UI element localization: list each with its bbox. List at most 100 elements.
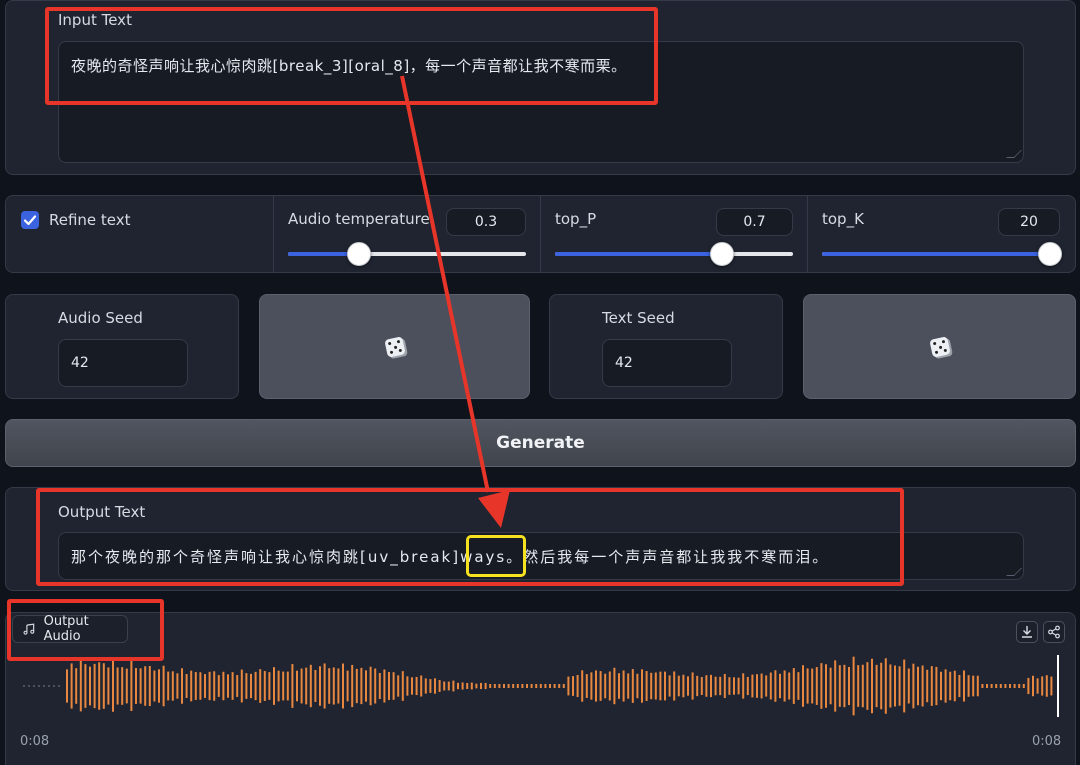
waveform-bar (677, 675, 680, 697)
audio-seed-input[interactable]: 42 (58, 339, 188, 387)
top-p-input[interactable]: 0.7 (716, 208, 793, 236)
waveform-bar (507, 684, 510, 688)
waveform-bar (944, 669, 947, 703)
waveform-bar (162, 665, 165, 707)
waveform-bar (98, 662, 101, 710)
waveform-bar (567, 676, 570, 696)
waveform-bar (825, 664, 827, 708)
waveform-bar (319, 666, 321, 706)
settings-panel: Refine text Audio temperature 0.3 top_P … (5, 195, 1076, 273)
top-p-label: top_P (555, 210, 597, 228)
generate-button[interactable]: Generate (5, 419, 1076, 467)
waveform-bar (217, 675, 220, 697)
waveform-bar (921, 665, 924, 707)
waveform-bar (760, 673, 763, 699)
waveform-bar (374, 668, 377, 704)
waveform-bar (742, 673, 745, 699)
waveform-bar (240, 669, 243, 703)
waveform-bar (581, 670, 584, 702)
top-p-slider[interactable] (555, 242, 793, 266)
waveform-bar (434, 678, 436, 694)
waveform-bar (553, 684, 556, 688)
waveform-bar (769, 672, 772, 700)
waveform-bar (650, 672, 653, 700)
waveform-bar (1013, 684, 1016, 688)
waveform-bar (259, 669, 262, 703)
waveform-bar (976, 675, 979, 697)
top-k-slider[interactable] (822, 242, 1062, 266)
download-button[interactable] (1016, 621, 1038, 643)
waveform-bar (401, 671, 404, 701)
slider-thumb[interactable] (709, 242, 734, 266)
audio-temperature-slider[interactable] (288, 242, 526, 266)
random-text-seed-button[interactable] (803, 294, 1076, 399)
text-seed-panel: Text Seed 42 (549, 294, 783, 399)
waveform-bar (728, 677, 731, 695)
waveform-bar (213, 671, 216, 701)
waveform-bar (245, 673, 248, 699)
waveform-bar (995, 684, 998, 688)
waveform-bar (167, 671, 170, 701)
waveform-bar (360, 667, 363, 705)
waveform-bar (820, 663, 823, 709)
playhead[interactable] (1057, 655, 1059, 717)
text-seed-input[interactable]: 42 (602, 339, 732, 387)
waveform-bar (866, 662, 869, 710)
waveform-bar (585, 674, 588, 698)
waveform-bar (990, 684, 993, 688)
waveform-bar (355, 668, 358, 704)
waveform-bar (268, 672, 271, 700)
random-audio-seed-button[interactable] (259, 294, 530, 399)
audio-temperature-input[interactable]: 0.3 (446, 208, 526, 236)
waveform-bar (102, 663, 105, 709)
waveform-bar (263, 671, 266, 701)
waveform-bar (654, 672, 657, 700)
waveform-bar (622, 670, 625, 702)
waveform-bar (457, 682, 459, 690)
waveform-bar (199, 672, 202, 700)
waveform-bar (811, 668, 814, 704)
waveform-bar (222, 671, 225, 701)
waveform-bar (254, 671, 257, 701)
waveform-bar (829, 667, 832, 705)
waveform-bar (70, 663, 73, 709)
waveform-bar (926, 669, 929, 703)
waveform-bar (125, 668, 128, 704)
waveform-bar (424, 678, 427, 694)
waveform-bar (746, 676, 749, 696)
waveform-bar (512, 684, 515, 688)
annotation-highlight-box (466, 535, 526, 577)
slider-thumb[interactable] (347, 242, 372, 266)
waveform-bar (930, 666, 933, 706)
output-audio-panel: Output Audio 0:08 0:08 (5, 612, 1076, 765)
audio-waveform[interactable] (18, 651, 1063, 721)
divider (273, 196, 274, 272)
waveform-bar (608, 671, 611, 701)
waveform-bar (309, 664, 312, 708)
refine-text-checkbox[interactable] (21, 211, 39, 229)
waveform-bar (576, 674, 579, 698)
waveform-bar (1050, 676, 1053, 696)
waveform-bar (185, 674, 188, 698)
audio-seed-panel: Audio Seed 42 (5, 294, 239, 399)
waveform-bar (406, 676, 409, 696)
waveform-bar (953, 670, 956, 702)
waveform-bar (526, 684, 528, 688)
slider-thumb[interactable] (1038, 242, 1062, 266)
waveform-bar (323, 663, 326, 709)
waveform-bar (148, 665, 151, 707)
waveform-bar (1032, 675, 1034, 697)
waveform-bar (415, 676, 418, 696)
waveform-bar (691, 672, 694, 700)
waveform-bar (682, 674, 685, 698)
waveform-bar (181, 668, 183, 704)
waveform-bar (723, 673, 726, 699)
waveform-bar (852, 656, 855, 716)
waveform-bar (889, 664, 892, 708)
waveform-bar (296, 670, 298, 702)
waveform-bar (411, 677, 413, 695)
top-k-input[interactable]: 20 (998, 208, 1060, 236)
waveform-bar (93, 663, 96, 709)
dice-icon (383, 335, 406, 358)
share-button[interactable] (1043, 621, 1065, 643)
